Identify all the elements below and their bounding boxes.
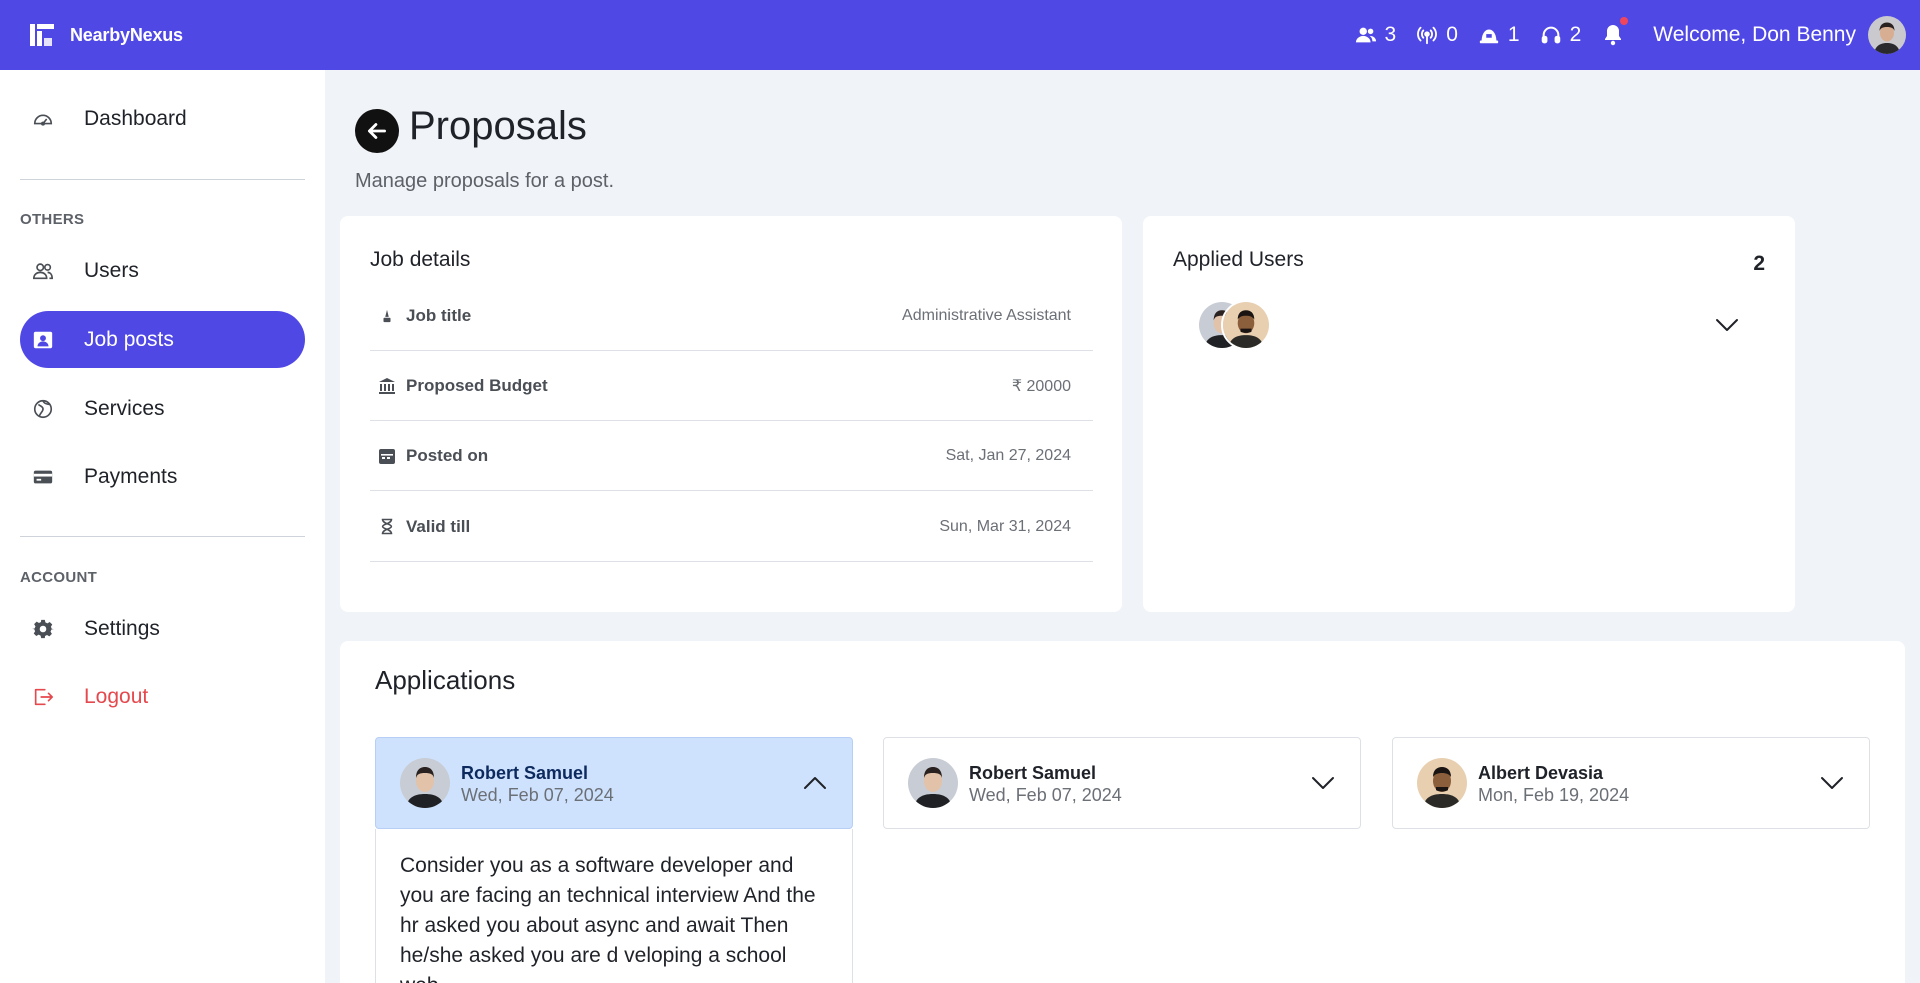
headset-icon (1541, 26, 1560, 44)
job-details-title: Job details (370, 248, 471, 271)
sidebar-item-label: Users (84, 258, 139, 282)
stat-hat[interactable]: 1 (1478, 23, 1520, 47)
stat-hat-value: 1 (1507, 23, 1520, 46)
speedometer-icon (32, 108, 54, 130)
sidebar-item-services[interactable]: Services (20, 380, 305, 437)
brand-logo-icon (30, 24, 54, 46)
broadcast-icon (1417, 26, 1438, 45)
section-label-account: ACCOUNT (20, 569, 98, 586)
detail-row-job-title: Job title Administrative Assistant (370, 281, 1093, 351)
avatar (1221, 300, 1271, 350)
chevron-down-icon[interactable] (1310, 772, 1336, 794)
section-label-others: OTHERS (20, 211, 85, 228)
sidebar-item-dashboard[interactable]: Dashboard (20, 90, 305, 147)
notifications-button[interactable] (1601, 17, 1629, 47)
sidebar-item-job-posts[interactable]: Job posts (20, 311, 305, 368)
back-button[interactable] (355, 109, 399, 153)
stat-users[interactable]: 3 (1355, 23, 1397, 47)
applied-users-title: Applied Users (1173, 248, 1304, 271)
avatar (908, 758, 958, 808)
bell-icon (1605, 25, 1622, 46)
job-details-card: Job details Job title Administrative Ass… (340, 216, 1122, 612)
hourglass-icon (378, 518, 396, 536)
detail-row-valid-till: Valid till Sun, Mar 31, 2024 (370, 492, 1093, 562)
users-icon (1355, 27, 1376, 43)
sidebar-item-label: Job posts (84, 327, 174, 351)
stat-broadcast-value: 0 (1446, 23, 1458, 46)
application-date: Wed, Feb 07, 2024 (969, 785, 1122, 805)
application-item[interactable]: Robert Samuel Wed, Feb 07, 2024 (883, 737, 1361, 829)
application-date: Wed, Feb 07, 2024 (461, 785, 614, 805)
sidebar-divider (20, 536, 305, 537)
badge-icon (32, 329, 54, 351)
detail-label: Posted on (406, 445, 489, 465)
stat-headset-value: 2 (1569, 23, 1582, 46)
sidebar-item-label: Payments (84, 464, 178, 488)
stat-users-value: 3 (1384, 23, 1397, 46)
detail-label: Proposed Budget (406, 375, 548, 395)
arrow-left-icon (368, 123, 386, 139)
avatar (400, 758, 450, 808)
application-item[interactable]: Albert Devasia Mon, Feb 19, 2024 (1392, 737, 1870, 829)
person-icon (378, 307, 396, 325)
detail-value: Sun, Mar 31, 2024 (939, 517, 1071, 535)
avatar-stack[interactable] (1197, 300, 1277, 350)
services-icon (32, 398, 54, 420)
card-icon (32, 466, 54, 488)
sidebar-item-settings[interactable]: Settings (20, 600, 305, 657)
avatar (1417, 758, 1467, 808)
sidebar-item-label: Logout (84, 684, 149, 708)
page-title: Proposals (409, 104, 587, 148)
user-avatar[interactable] (1868, 16, 1906, 54)
hat-icon (1479, 29, 1499, 44)
sidebar-item-label: Services (84, 396, 165, 420)
detail-row-budget: Proposed Budget ₹ 20000 (370, 351, 1093, 421)
stat-headset[interactable]: 2 (1540, 23, 1582, 47)
avatar-image (1868, 16, 1906, 54)
brand[interactable]: NearbyNexus (30, 24, 183, 46)
chevron-down-icon[interactable] (1713, 312, 1741, 336)
sidebar: Dashboard OTHERS Users Job posts Service… (0, 70, 325, 983)
detail-value: Sat, Jan 27, 2024 (945, 446, 1071, 464)
stat-broadcast[interactable]: 0 (1416, 23, 1458, 47)
applicant-name: Robert Samuel (969, 763, 1097, 783)
notification-dot (1620, 17, 1629, 25)
calendar-icon (378, 447, 396, 465)
sidebar-item-payments[interactable]: Payments (20, 448, 305, 505)
sidebar-item-label: Settings (84, 616, 160, 640)
chevron-down-icon[interactable] (1819, 772, 1845, 794)
applicant-name: Robert Samuel (461, 763, 589, 783)
applied-users-count: 2 (1753, 252, 1765, 275)
sidebar-item-users[interactable]: Users (20, 242, 305, 299)
users-icon (32, 260, 54, 282)
bank-icon (378, 377, 396, 395)
logout-icon (32, 686, 54, 708)
gear-icon (32, 618, 54, 640)
detail-value: Administrative Assistant (902, 306, 1071, 324)
application-item[interactable]: Robert Samuel Wed, Feb 07, 2024 (375, 737, 853, 829)
applications-title: Applications (375, 665, 516, 695)
detail-label: Valid till (406, 516, 471, 536)
brand-name: NearbyNexus (70, 24, 183, 45)
chevron-up-icon[interactable] (802, 772, 828, 794)
applicant-name: Albert Devasia (1478, 763, 1604, 783)
detail-row-posted-on: Posted on Sat, Jan 27, 2024 (370, 421, 1093, 491)
applied-users-card: Applied Users 2 (1143, 216, 1795, 612)
top-bar: NearbyNexus 3 0 1 2 Welcome, Don Benny (0, 0, 1920, 70)
page-subtitle: Manage proposals for a post. (355, 170, 615, 192)
application-message: Consider you as a software developer and… (375, 829, 853, 983)
sidebar-divider (20, 179, 305, 180)
detail-label: Job title (406, 305, 472, 325)
applications-card: Applications Robert Samuel Wed, Feb 07, … (340, 641, 1905, 983)
welcome-text: Welcome, Don Benny (1653, 23, 1856, 46)
detail-value: ₹ 20000 (1011, 377, 1071, 395)
sidebar-item-label: Dashboard (84, 106, 187, 130)
application-date: Mon, Feb 19, 2024 (1478, 785, 1630, 805)
sidebar-item-logout[interactable]: Logout (20, 668, 305, 725)
